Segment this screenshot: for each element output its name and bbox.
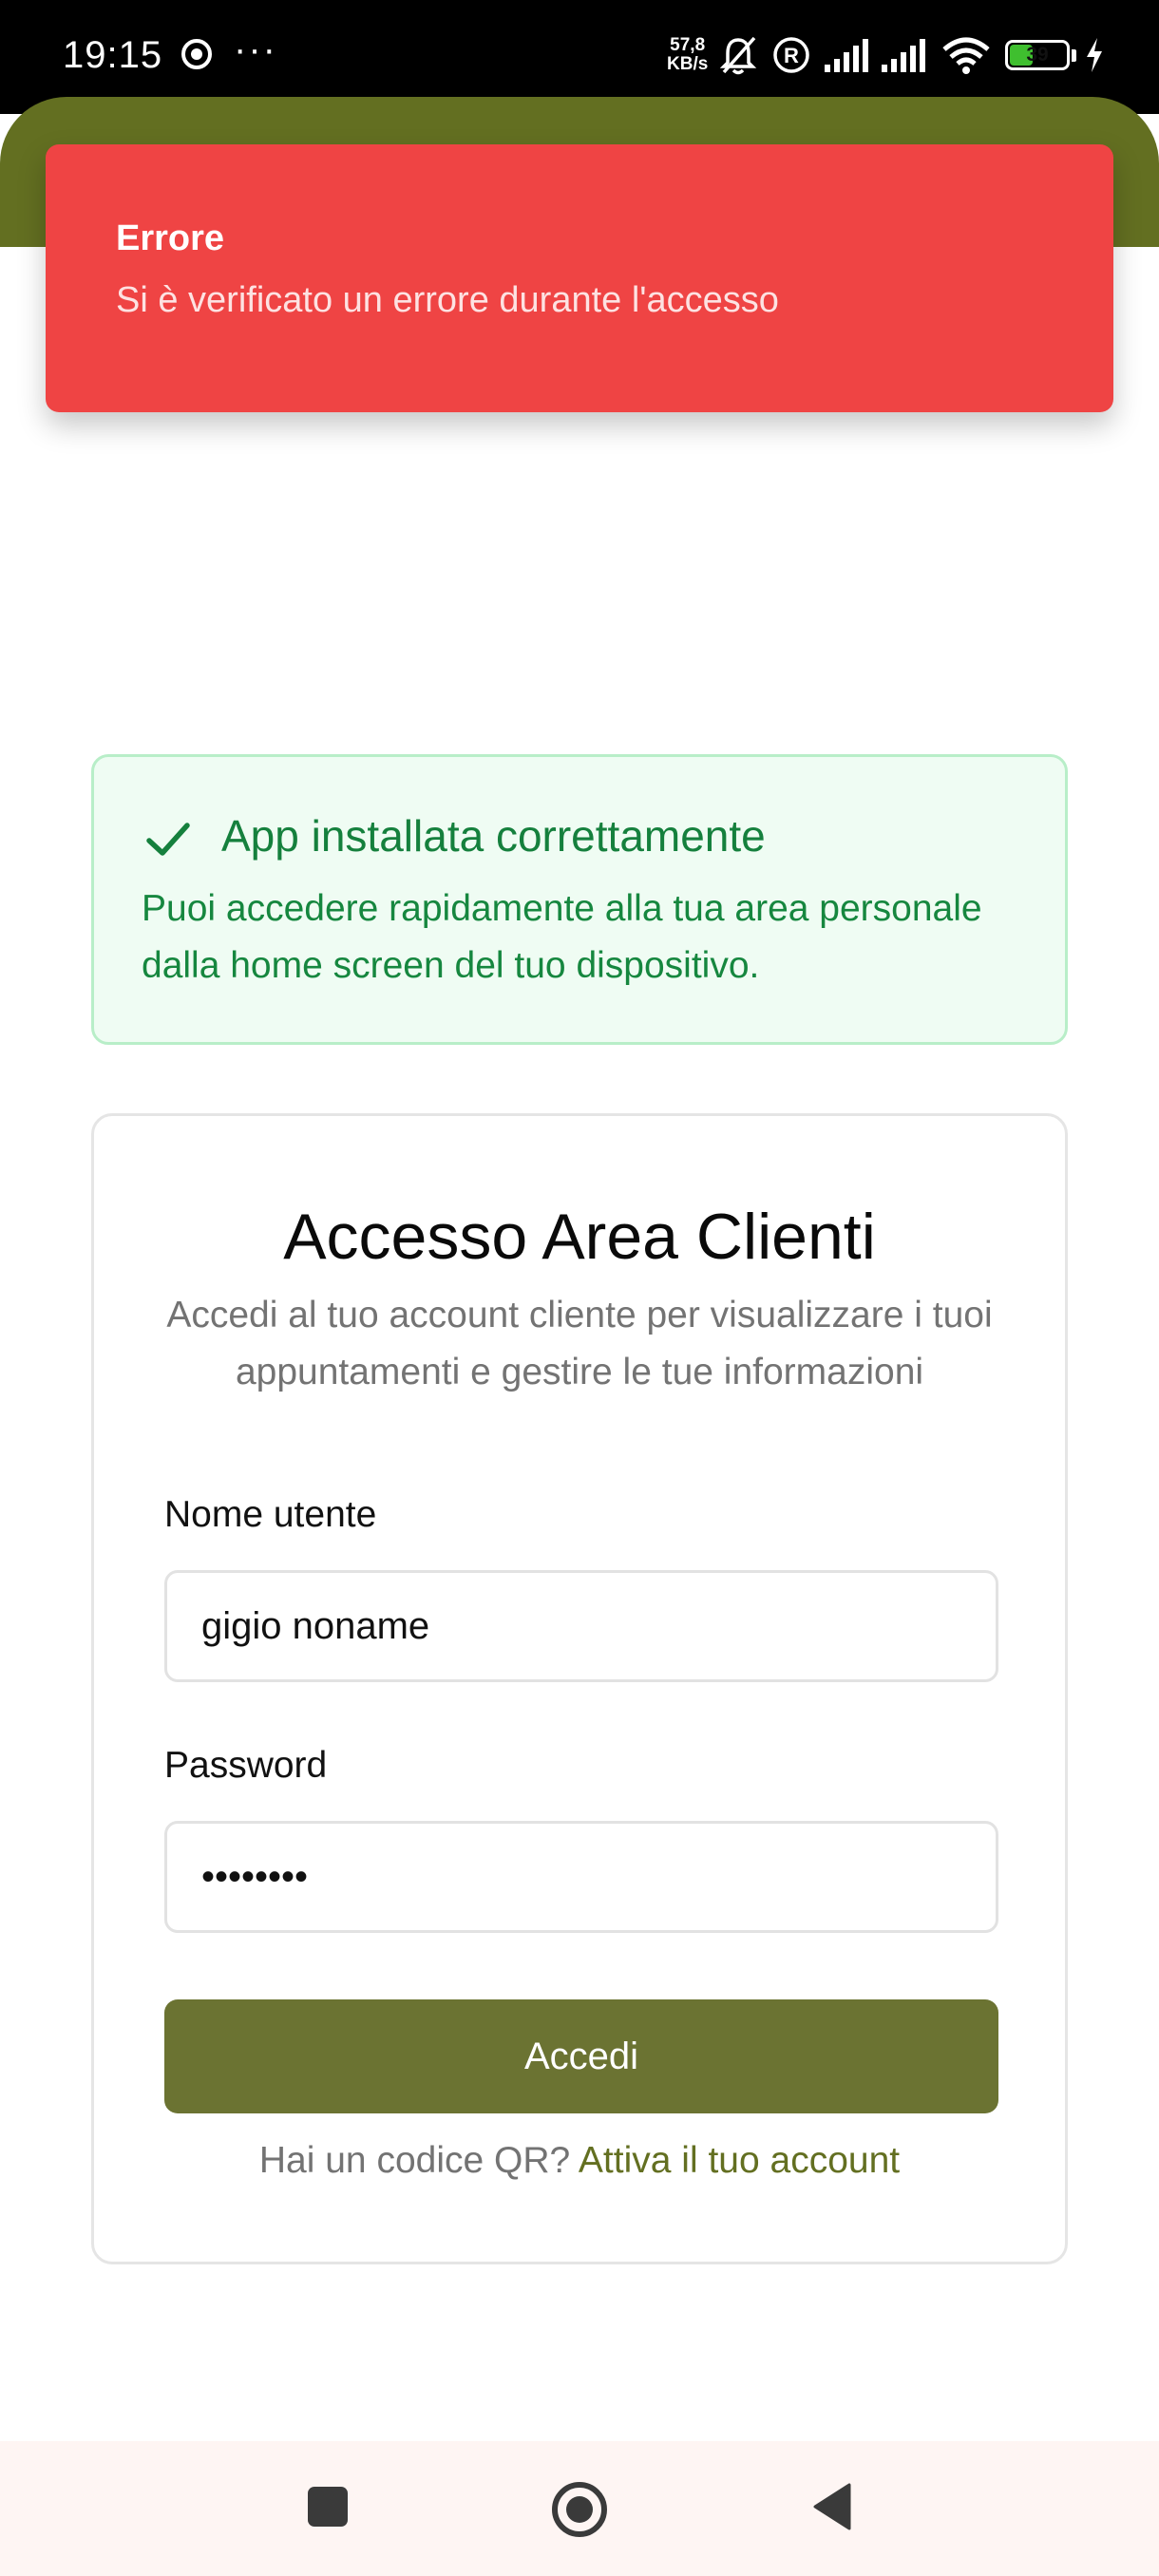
login-button[interactable]: Accedi <box>164 1999 998 2113</box>
banner-text: Puoi accedere rapidamente alla tua area … <box>142 888 982 986</box>
toast-message: Si è verificato un errore durante l'acce… <box>116 280 779 320</box>
back-icon[interactable] <box>808 2479 864 2536</box>
home-icon[interactable] <box>549 2479 610 2540</box>
username-label: Nome utente <box>164 1494 377 1535</box>
username-input[interactable] <box>164 1570 998 1682</box>
banner-title: App installata correttamente <box>221 811 766 861</box>
password-label: Password <box>164 1745 328 1786</box>
activate-account-link[interactable]: Attiva il tuo account <box>579 2140 900 2181</box>
signal-icon <box>882 39 925 72</box>
install-success-banner: App installata correttamente Puoi accede… <box>91 754 1068 1045</box>
battery-icon: 39 <box>1005 40 1070 70</box>
toast-title: Errore <box>116 218 225 258</box>
password-input[interactable]: •••••••• <box>164 1821 998 1933</box>
registered-icon: R <box>773 37 809 73</box>
chrome-icon <box>181 39 212 69</box>
wifi-icon <box>942 37 990 74</box>
battery-cap <box>1072 49 1076 62</box>
login-card: Accesso Area Clienti Accedi al tuo accou… <box>91 1113 1068 2264</box>
status-time: 19:15 <box>63 34 163 76</box>
check-icon <box>146 823 190 856</box>
page-title: Accesso Area Clienti <box>283 1201 876 1273</box>
more-notifications-icon: ··· <box>234 28 277 70</box>
page-subtitle: Accedi al tuo account cliente per visual… <box>166 1295 993 1392</box>
svg-text:R: R <box>784 44 799 67</box>
recents-icon[interactable] <box>302 2479 355 2536</box>
qr-prompt-line: Hai un codice QR? Attiva il tuo account <box>94 2140 1065 2182</box>
charging-icon <box>1087 38 1102 72</box>
signal-icon <box>825 39 868 72</box>
system-nav-bar <box>0 2441 1159 2576</box>
qr-prompt-text: Hai un codice QR? <box>258 2140 571 2181</box>
network-speed: 57,8 KB/s <box>667 35 709 74</box>
mute-bell-icon <box>719 36 757 75</box>
error-toast[interactable]: Errore Si è verificato un errore durante… <box>46 144 1113 412</box>
